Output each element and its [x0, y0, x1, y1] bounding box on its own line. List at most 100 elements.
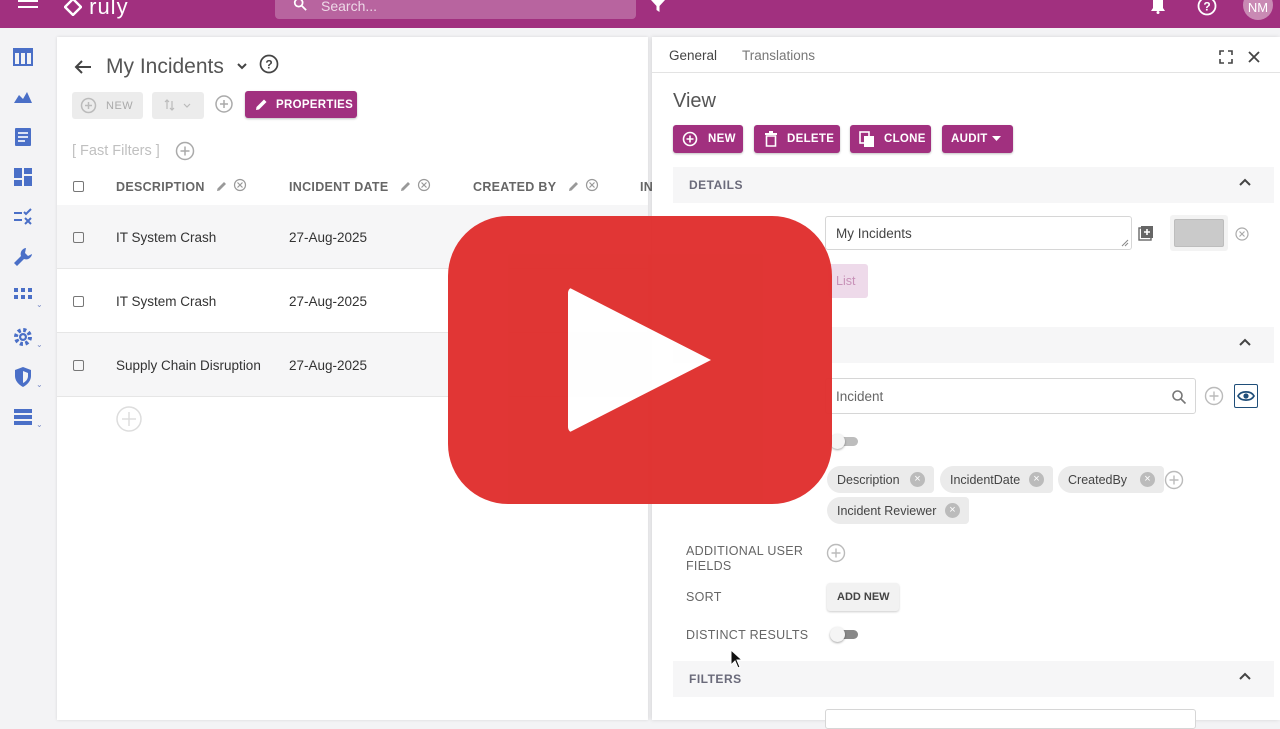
- entity-field[interactable]: Incident: [825, 378, 1196, 414]
- table-icon: [13, 48, 33, 66]
- field-chip-label: Incident Reviewer: [837, 504, 937, 518]
- help-icon[interactable]: ?: [1197, 0, 1217, 16]
- nav-security[interactable]: ⌄: [12, 366, 43, 390]
- remove-chip-icon[interactable]: ×: [1029, 472, 1044, 487]
- tab-bar: General Translations: [652, 37, 1280, 73]
- fast-filters-label[interactable]: [ Fast Filters ]: [72, 143, 160, 159]
- sort-icon: [164, 99, 191, 111]
- field-chip-incident-date[interactable]: IncidentDate ×: [940, 466, 1053, 493]
- cell-incident-date: 27-Aug-2025: [289, 230, 368, 245]
- close-icon[interactable]: [1247, 50, 1261, 64]
- view-type-label: List: [836, 274, 856, 288]
- global-search[interactable]: [275, 0, 636, 19]
- svg-text:?: ?: [265, 58, 272, 72]
- nav-dashboards[interactable]: [12, 166, 40, 190]
- add-field-icon[interactable]: [1164, 470, 1184, 490]
- field-chip-description[interactable]: Description ×: [827, 466, 934, 493]
- resize-handle-icon[interactable]: [1121, 239, 1129, 247]
- shield-icon: [15, 367, 31, 387]
- clear-icon[interactable]: [1235, 227, 1249, 241]
- video-play-overlay[interactable]: [448, 216, 832, 504]
- fullscreen-icon[interactable]: [1219, 50, 1233, 64]
- add-circle-icon[interactable]: [1204, 386, 1224, 406]
- additional-user-fields-label: ADDITIONAL USER FIELDS: [686, 544, 804, 573]
- nav-lists[interactable]: ⌄: [12, 406, 43, 430]
- filters-section-label: FILTERS: [689, 672, 742, 686]
- copy-icon: [859, 131, 874, 147]
- color-picker[interactable]: [1170, 215, 1228, 251]
- add-user-field-icon[interactable]: [826, 543, 846, 563]
- filter-field[interactable]: [825, 709, 1196, 729]
- entity-value: Incident: [836, 389, 884, 404]
- properties-button[interactable]: PROPERTIES: [245, 91, 357, 118]
- column-header-description[interactable]: DESCRIPTION: [116, 180, 205, 194]
- page-title[interactable]: My Incidents: [106, 55, 224, 79]
- add-circle-icon[interactable]: [214, 94, 234, 114]
- view-name-field[interactable]: My Incidents: [825, 216, 1132, 250]
- chevron-up-icon[interactable]: [1238, 336, 1252, 350]
- pencil-icon: [256, 99, 267, 110]
- bell-icon[interactable]: [1150, 0, 1166, 14]
- add-sort-button[interactable]: ADD NEW: [827, 583, 899, 611]
- nav-tools[interactable]: [12, 246, 40, 270]
- sort-button[interactable]: [152, 92, 204, 119]
- new-button[interactable]: NEW: [72, 92, 143, 119]
- detail-new-label: NEW: [708, 133, 736, 145]
- eye-icon: [1237, 390, 1255, 402]
- view-type-chip[interactable]: List: [828, 264, 868, 298]
- distinct-results-toggle[interactable]: [830, 627, 860, 642]
- column-edit-remove-icons[interactable]: [567, 178, 601, 194]
- delete-label: DELETE: [787, 133, 835, 145]
- chevron-down-icon[interactable]: [235, 59, 249, 73]
- detail-new-button[interactable]: NEW: [673, 125, 743, 153]
- field-chip-incident-reviewer[interactable]: Incident Reviewer ×: [827, 497, 969, 524]
- data-toggle[interactable]: [830, 434, 860, 449]
- audit-dropdown[interactable]: AUDIT: [942, 125, 1013, 153]
- column-header-incident-date[interactable]: INCIDENT DATE: [289, 180, 389, 194]
- delete-button[interactable]: DELETE: [754, 125, 840, 153]
- row-checkbox[interactable]: [73, 232, 84, 243]
- clone-button[interactable]: CLONE: [850, 125, 931, 153]
- column-header-created-by[interactable]: CREATED BY: [473, 180, 556, 194]
- remove-chip-icon[interactable]: ×: [910, 472, 925, 487]
- remove-chip-icon[interactable]: ×: [1140, 472, 1155, 487]
- field-chip-label: IncidentDate: [950, 473, 1021, 487]
- details-section-header[interactable]: DETAILS: [673, 167, 1274, 203]
- filter-icon[interactable]: [651, 0, 665, 12]
- add-translation-icon[interactable]: [1138, 225, 1154, 241]
- select-all-checkbox[interactable]: [73, 181, 84, 192]
- nav-documents[interactable]: [12, 126, 40, 150]
- tab-general[interactable]: General: [669, 48, 717, 63]
- remove-chip-icon[interactable]: ×: [945, 503, 960, 518]
- chevron-up-icon[interactable]: [1238, 670, 1252, 684]
- column-edit-remove-icons[interactable]: [215, 178, 249, 194]
- view-name-value: My Incidents: [836, 226, 912, 241]
- search-input[interactable]: [321, 0, 611, 14]
- nav-apps[interactable]: ⌄: [12, 286, 43, 310]
- chevron-up-icon[interactable]: [1238, 176, 1252, 190]
- app-logo[interactable]: ruly: [63, 0, 129, 20]
- user-avatar[interactable]: NM: [1243, 0, 1273, 20]
- nav-charts[interactable]: [12, 86, 40, 110]
- view-entity-button[interactable]: [1234, 384, 1258, 408]
- help-icon[interactable]: ?: [259, 54, 279, 74]
- menu-icon[interactable]: [18, 0, 38, 14]
- add-row-icon[interactable]: [115, 405, 143, 433]
- mouse-cursor-icon: [730, 649, 744, 669]
- field-chip-created-by[interactable]: CreatedBy ×: [1058, 466, 1164, 493]
- row-checkbox[interactable]: [73, 360, 84, 371]
- nav-tables[interactable]: [12, 46, 40, 70]
- add-filter-icon[interactable]: [175, 141, 195, 161]
- search-icon[interactable]: [1171, 389, 1187, 405]
- nav-tasks[interactable]: [12, 206, 40, 230]
- back-arrow-icon[interactable]: [73, 57, 93, 75]
- nav-settings[interactable]: ⌄: [12, 326, 43, 350]
- details-section-label: DETAILS: [689, 178, 743, 192]
- row-checkbox[interactable]: [73, 296, 84, 307]
- tab-translations[interactable]: Translations: [742, 48, 815, 63]
- chevron-down-icon: ⌄: [36, 380, 43, 389]
- cell-description: Supply Chain Disruption: [116, 358, 261, 373]
- dashboard-icon: [14, 168, 32, 186]
- filters-section-header[interactable]: FILTERS: [673, 661, 1274, 697]
- column-edit-remove-icons[interactable]: [399, 178, 433, 194]
